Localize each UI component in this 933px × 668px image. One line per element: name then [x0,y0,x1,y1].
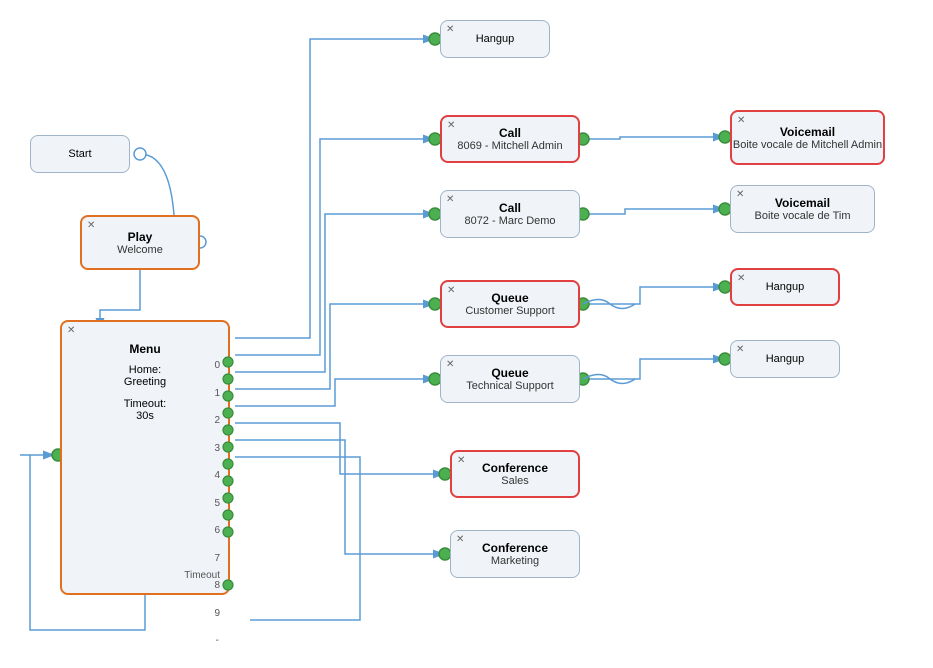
hangup1-close-icon[interactable]: ✕ [446,24,454,35]
menu-title: Menu [129,342,160,356]
play-close-icon[interactable]: ✕ [87,220,95,231]
hangup2-close-icon[interactable]: ✕ [737,273,745,284]
queue-cs-close-icon[interactable]: ✕ [447,285,455,296]
start-node[interactable]: Start [30,135,130,173]
hangup2-label: Hangup [766,281,805,293]
voicemail1-close-icon[interactable]: ✕ [737,115,745,126]
voicemail2-sub: Boite vocale de Tim [755,210,851,222]
conf-mkt-title: Conference [482,541,548,555]
queue-ts-close-icon[interactable]: ✕ [446,359,454,370]
voicemail1-title: Voicemail [780,125,835,139]
queue-ts-node[interactable]: ✕ Queue Technical Support [440,355,580,403]
queue-cs-title: Queue [491,291,528,305]
queue-cs-node[interactable]: ✕ Queue Customer Support [440,280,580,328]
play-sub: Welcome [117,244,163,256]
voicemail2-node[interactable]: ✕ Voicemail Boite vocale de Tim [730,185,875,233]
flow-canvas: Start ✕ Play Welcome ✕ Menu Home: Greeti… [0,0,933,668]
hangup3-label: Hangup [766,353,805,365]
conf-mkt-node[interactable]: ✕ Conference Marketing [450,530,580,578]
hangup2-node[interactable]: ✕ Hangup [730,268,840,306]
call8072-close-icon[interactable]: ✕ [446,194,454,205]
menu-close-icon[interactable]: ✕ [67,325,75,336]
queue-cs-sub: Customer Support [465,305,554,317]
conf-mkt-close-icon[interactable]: ✕ [456,534,464,545]
conf-mkt-sub: Marketing [491,555,539,567]
hangup1-node[interactable]: ✕ Hangup [440,20,550,58]
voicemail2-title: Voicemail [775,196,830,210]
call8069-node[interactable]: ✕ Call 8069 - Mitchell Admin [440,115,580,163]
voicemail1-node[interactable]: ✕ Voicemail Boite vocale de Mitchell Adm… [730,110,885,165]
menu-timeout-port: Timeout [184,570,220,581]
menu-timeout: Timeout: 30s [124,398,166,422]
hangup3-close-icon[interactable]: ✕ [736,344,744,355]
conf-sales-node[interactable]: ✕ Conference Sales [450,450,580,498]
queue-ts-sub: Technical Support [466,380,553,392]
play-title: Play [128,230,153,244]
conf-sales-sub: Sales [501,475,529,487]
call8072-title: Call [499,201,521,215]
menu-ports: 0 1 2 3 4 5 6 7 8 9 - [214,360,220,646]
call8069-sub: 8069 - Mitchell Admin [457,140,562,152]
menu-home: Home: Greeting [124,364,166,388]
queue-ts-title: Queue [491,366,528,380]
hangup1-label: Hangup [476,33,515,45]
voicemail1-sub: Boite vocale de Mitchell Admin [733,139,882,151]
conf-sales-close-icon[interactable]: ✕ [457,455,465,466]
hangup3-node[interactable]: ✕ Hangup [730,340,840,378]
play-node[interactable]: ✕ Play Welcome [80,215,200,270]
call8072-sub: 8072 - Marc Demo [464,215,555,227]
call8069-close-icon[interactable]: ✕ [447,120,455,131]
menu-node[interactable]: ✕ Menu Home: Greeting Timeout: 30s 0 1 2… [60,320,230,595]
call8072-node[interactable]: ✕ Call 8072 - Marc Demo [440,190,580,238]
conf-sales-title: Conference [482,461,548,475]
voicemail2-close-icon[interactable]: ✕ [736,189,744,200]
start-label: Start [68,148,91,160]
call8069-title: Call [499,126,521,140]
